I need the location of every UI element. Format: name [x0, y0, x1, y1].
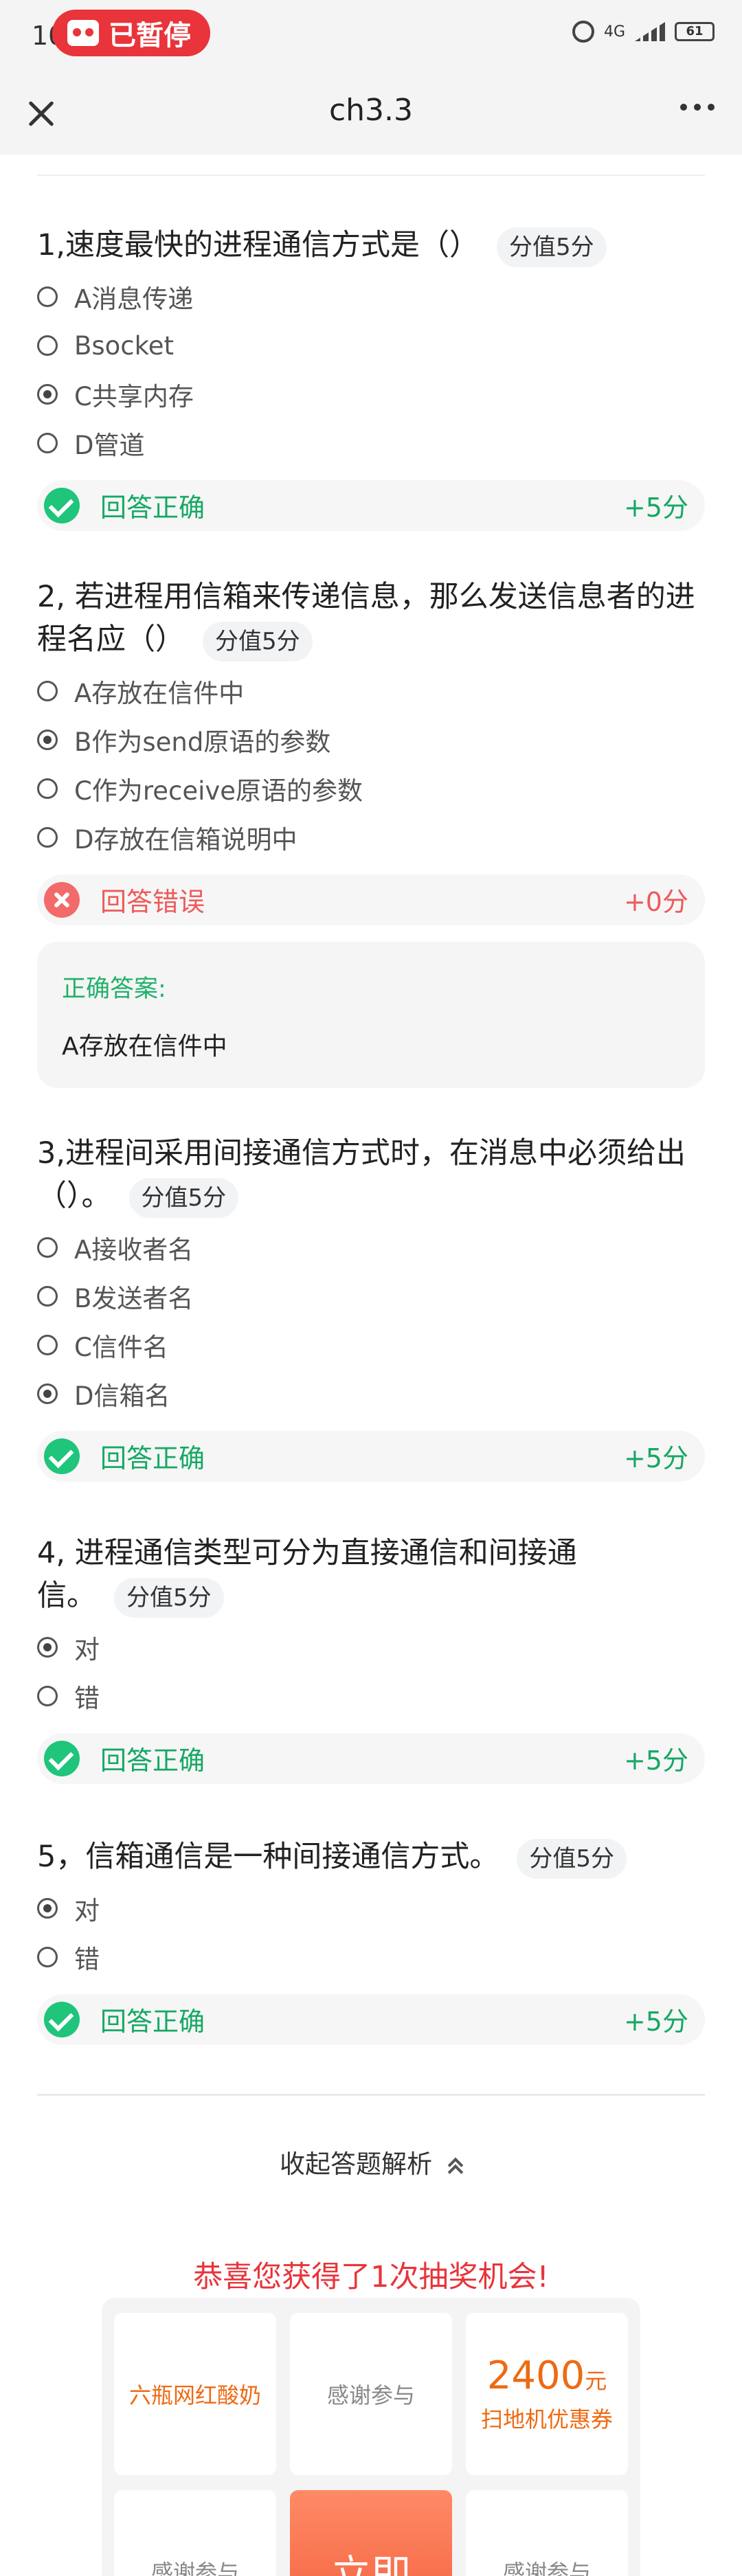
- result-banner: 回答正确 +5分: [37, 479, 705, 531]
- radio-icon: [37, 681, 58, 701]
- prize-cell: 2400元 扫地机优惠券: [466, 2313, 628, 2475]
- prize-cell: 感谢参与: [114, 2490, 276, 2576]
- lottery-title: 恭喜您获得了1次抽奖机会!: [193, 2260, 549, 2294]
- points: +5分: [623, 493, 688, 523]
- option-c[interactable]: C共享内存: [37, 370, 705, 419]
- radio-selected-icon: [37, 384, 58, 405]
- option-false[interactable]: 错: [37, 1672, 705, 1721]
- radio-icon: [37, 286, 58, 307]
- question-2: 2, 若进程用信箱来传递信息，那么发送信息者的进程名应（） 分值5分 A存放在信件…: [37, 576, 705, 1088]
- option-true[interactable]: 对: [37, 1623, 705, 1672]
- points: +5分: [623, 1443, 688, 1473]
- option-a[interactable]: A接收者名: [37, 1223, 705, 1272]
- prize-cell: 感谢参与: [466, 2490, 628, 2576]
- question-title: 1,速度最快的进程通信方式是（） 分值5分: [37, 224, 705, 267]
- result-banner: 回答正确 +5分: [37, 1993, 705, 2045]
- points: +0分: [623, 887, 688, 917]
- recording-paused-pill[interactable]: 已暂停: [52, 10, 210, 56]
- score-tag: 分值5分: [203, 621, 313, 662]
- recorder-icon: [67, 20, 99, 46]
- prize-cell: 六瓶网红酸奶: [114, 2313, 276, 2475]
- more-options-icon[interactable]: [680, 104, 715, 111]
- option-b[interactable]: B作为send原语的参数: [37, 716, 705, 765]
- signal-icon: [635, 22, 665, 41]
- question-1: 1,速度最快的进程通信方式是（） 分值5分 A消息传递 Bsocket C共享内存…: [37, 224, 705, 531]
- radio-icon: [37, 1286, 58, 1307]
- divider: [37, 2094, 705, 2096]
- top-bar: ch3.3: [0, 72, 742, 155]
- divider: [37, 174, 705, 176]
- check-icon: [44, 1438, 80, 1474]
- radio-icon: [37, 1686, 58, 1706]
- radio-selected-icon: [37, 1637, 58, 1658]
- option-d[interactable]: D存放在信箱说明中: [37, 813, 705, 862]
- radio-icon: [37, 1947, 58, 1967]
- cross-icon: [44, 881, 80, 918]
- check-icon: [44, 2001, 80, 2037]
- result-banner: 回答错误 +0分: [37, 874, 705, 925]
- radio-icon: [37, 1335, 58, 1355]
- radio-icon: [37, 827, 58, 848]
- question-title: 5，信箱通信是一种间接通信方式。 分值5分: [37, 1835, 705, 1879]
- recording-label: 已暂停: [109, 20, 191, 52]
- radio-selected-icon: [37, 1383, 58, 1404]
- result-banner: 回答正确 +5分: [37, 1732, 705, 1784]
- option-b[interactable]: B发送者名: [37, 1272, 705, 1321]
- result-banner: 回答正确 +5分: [37, 1430, 705, 1482]
- prize-cell: 感谢参与: [290, 2313, 452, 2475]
- question-3: 3,进程间采用间接通信方式时，在消息中必须给出（）。 分值5分 A接收者名 B发送…: [37, 1132, 705, 1482]
- question-5: 5，信箱通信是一种间接通信方式。 分值5分 对 错 回答正确 +5分: [37, 1835, 705, 2045]
- correct-answer-label: 正确答案:: [62, 975, 166, 1003]
- points: +5分: [623, 2007, 688, 2037]
- check-icon: [44, 487, 80, 523]
- question-title: 4, 进程通信类型可分为直接通信和间接通信。 分值5分: [37, 1532, 705, 1618]
- correct-answer-value: A存放在信件中: [62, 1032, 227, 1061]
- prize-amount: 2400元: [486, 2353, 607, 2398]
- option-a[interactable]: A消息传递: [37, 273, 705, 321]
- option-c[interactable]: C信件名: [37, 1321, 705, 1370]
- option-d[interactable]: D信箱名: [37, 1370, 705, 1419]
- alarm-icon: [572, 21, 594, 43]
- check-icon: [44, 1740, 80, 1776]
- score-tag: 分值5分: [128, 1177, 239, 1218]
- radio-selected-icon: [37, 1898, 58, 1919]
- status-icons: 4G 61: [572, 21, 715, 43]
- points: +5分: [623, 1745, 688, 1776]
- draw-now-button[interactable]: 立即: [290, 2490, 452, 2576]
- option-c[interactable]: C作为receive原语的参数: [37, 765, 705, 813]
- option-d[interactable]: D管道: [37, 419, 705, 468]
- question-4: 4, 进程通信类型可分为直接通信和间接通信。 分值5分 对 错 回答正确 +5分: [37, 1532, 705, 1784]
- radio-selected-icon: [37, 730, 58, 750]
- option-true[interactable]: 对: [37, 1884, 705, 1933]
- option-b[interactable]: Bsocket: [37, 321, 705, 370]
- lottery-grid: 六瓶网红酸奶 感谢参与 2400元 扫地机优惠券 感谢参与 立即 感谢参与: [102, 2298, 640, 2576]
- radio-icon: [37, 778, 58, 799]
- radio-icon: [37, 335, 58, 356]
- option-a[interactable]: A存放在信件中: [37, 667, 705, 716]
- option-false[interactable]: 错: [37, 1933, 705, 1982]
- battery-icon: 61: [675, 22, 715, 41]
- network-label: 4G: [603, 23, 625, 41]
- collapse-analysis-button[interactable]: 收起答题解析: [0, 2143, 742, 2180]
- score-tag: 分值5分: [497, 227, 607, 267]
- status-bar: 10 已暂停 4G 61: [0, 0, 742, 72]
- page-title: ch3.3: [328, 93, 414, 128]
- radio-icon: [37, 433, 58, 453]
- radio-icon: [37, 1237, 58, 1258]
- question-title: 2, 若进程用信箱来传递信息，那么发送信息者的进程名应（） 分值5分: [37, 576, 705, 662]
- correct-answer-box: 正确答案: A存放在信件中: [37, 941, 705, 1088]
- chevron-up-icon: [447, 2158, 462, 2173]
- score-tag: 分值5分: [517, 1838, 627, 1879]
- question-title: 3,进程间采用间接通信方式时，在消息中必须给出（）。 分值5分: [37, 1132, 705, 1218]
- score-tag: 分值5分: [114, 1577, 224, 1618]
